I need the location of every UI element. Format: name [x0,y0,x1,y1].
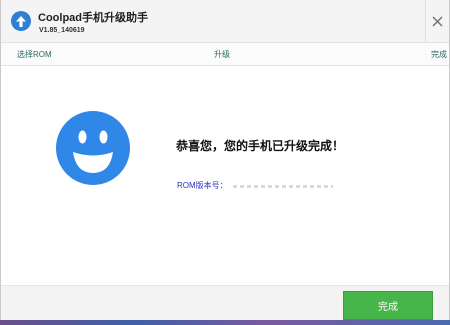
step-complete: 完成 [431,50,447,59]
title-bar: Coolpad手机升级助手 V1.85_140619 [1,0,449,42]
finish-button[interactable]: 完成 [343,291,433,320]
progress-steps: 选择ROM 升级 完成 [1,42,449,66]
main-content: 恭喜您，您的手机已升级完成！ ROM版本号： [1,66,449,285]
app-version: V1.85_140619 [39,27,85,34]
rom-version-label: ROM版本号： [177,181,228,190]
step-upgrade: 升级 [214,50,230,59]
success-message: 恭喜您，您的手机已升级完成！ [176,139,345,153]
desktop-background-strip [0,320,450,325]
app-title: Coolpad手机升级助手 [38,12,148,24]
footer-bar: 完成 [1,285,449,325]
rom-version-value [233,185,333,188]
upgrade-assistant-window: Coolpad手机升级助手 V1.85_140619 选择ROM 升级 完成 恭… [0,0,450,325]
step-select-rom: 选择ROM [17,50,52,59]
close-button[interactable] [426,0,449,42]
close-icon [432,16,443,26]
smiley-face-icon [56,111,130,185]
upload-arrow-icon [11,11,31,31]
